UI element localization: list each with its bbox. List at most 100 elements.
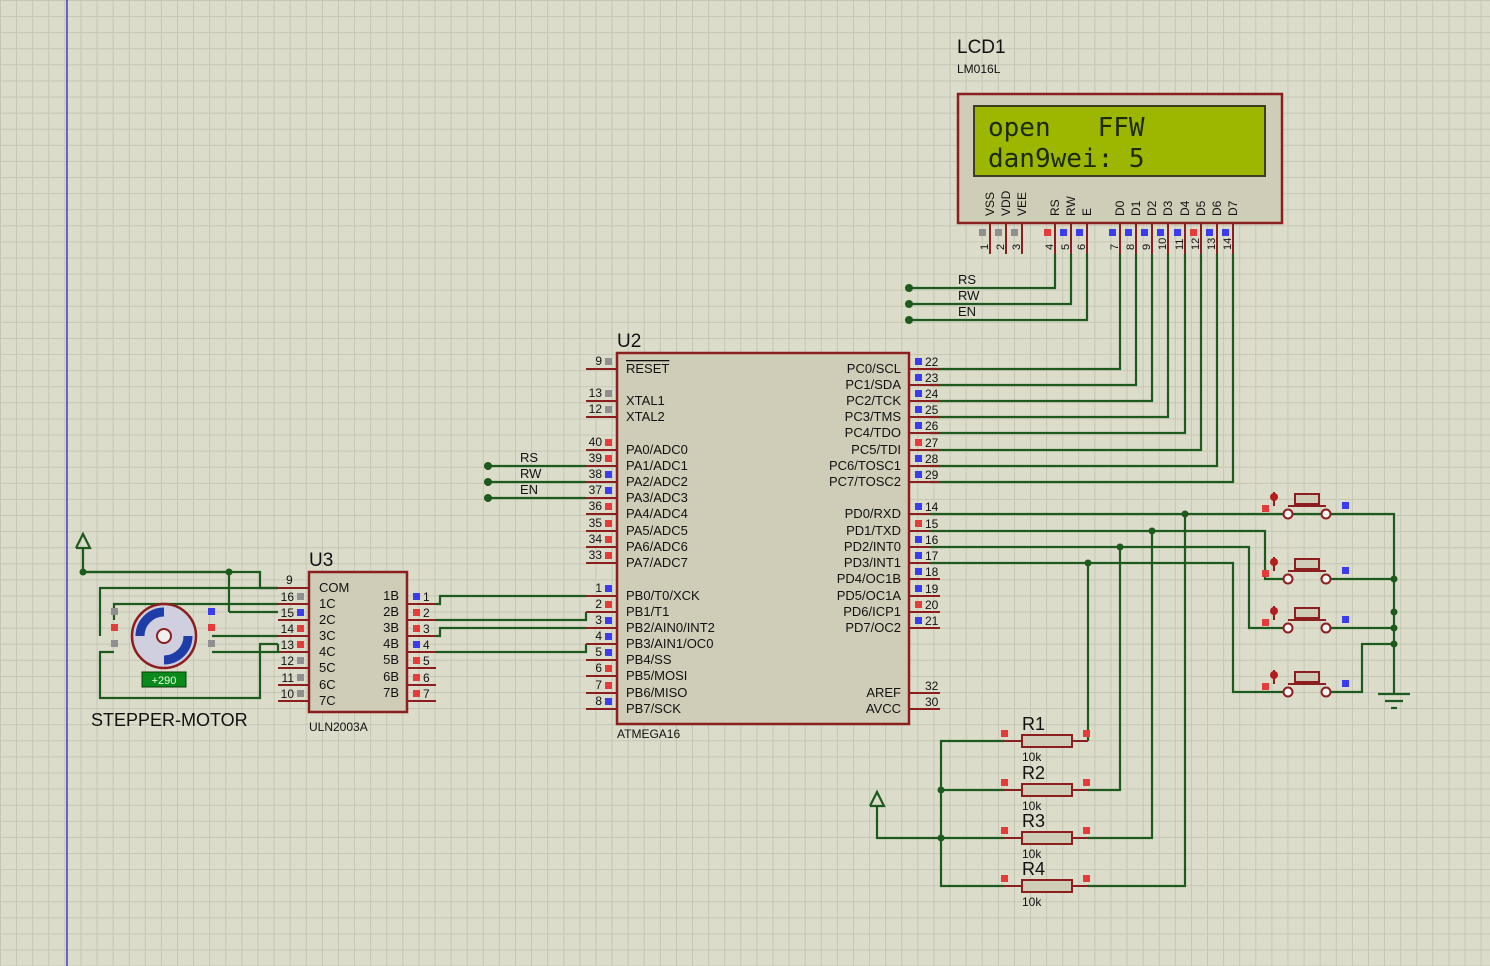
lcd-pin-name: D5 xyxy=(1194,200,1208,216)
lcd-pin-name: VEE xyxy=(1015,192,1029,216)
mcu-pin-state xyxy=(915,601,922,608)
lcd-pin-number: 3 xyxy=(1011,244,1023,250)
driver-pin-state xyxy=(413,674,420,681)
driver-pin-name: 1B xyxy=(383,588,399,603)
resistor[interactable]: R210k xyxy=(1001,763,1090,813)
resistor[interactable]: R1 10k xyxy=(1001,714,1090,764)
mcu-pin-number: 2 xyxy=(595,597,602,611)
driver-pin-number: 4 xyxy=(423,638,430,652)
motor-label: STEPPER-MOTOR xyxy=(91,710,248,730)
mcu-pin-number: 32 xyxy=(925,679,939,693)
push-button-group[interactable] xyxy=(1262,492,1349,698)
mcu-to-driver-wires xyxy=(436,594,588,654)
mcu-control-nets: RS RW EN xyxy=(484,450,586,502)
mcu-pin-number: 18 xyxy=(925,565,939,579)
resistor-ref: R1 xyxy=(1022,714,1045,734)
lcd-pin-number: 5 xyxy=(1060,244,1072,250)
mcu-pin-name: PB3/AIN1/OC0 xyxy=(626,636,713,651)
button-contact-icon xyxy=(1270,493,1278,501)
mcu-pin-name: PA4/ADC4 xyxy=(626,506,688,521)
net-label-rs-mcu: RS xyxy=(520,450,538,465)
power-arrow-icon xyxy=(869,789,886,808)
mcu-pin-state xyxy=(605,552,612,559)
driver-com-label: COM xyxy=(319,580,349,595)
mcu-pin-number: 4 xyxy=(595,629,602,643)
mcu-pin-number: 27 xyxy=(925,436,939,450)
driver-pin-name: 5C xyxy=(319,660,336,675)
resistor-body xyxy=(1021,734,1073,748)
mcu-pin-state xyxy=(915,374,922,381)
resistor[interactable]: R310k xyxy=(1001,811,1090,861)
resistor-value: 10k xyxy=(1022,895,1042,909)
mcu-pin-number: 7 xyxy=(595,678,602,692)
mcu-pin-number: 25 xyxy=(925,403,939,417)
resistor-ref: R4 xyxy=(1022,859,1045,879)
mcu-pin-name: XTAL2 xyxy=(626,409,665,424)
mcu-pin-name: PD6/ICP1 xyxy=(843,604,901,619)
lcd-pin-number: 13 xyxy=(1206,238,1218,250)
lcd-pin-state xyxy=(1206,229,1213,236)
mcu-pin-state xyxy=(605,649,612,656)
driver-pin-name: 5B xyxy=(383,652,399,667)
mcu-pin-state xyxy=(915,422,922,429)
mcu-pin-state xyxy=(605,665,612,672)
driver-pin-number: 14 xyxy=(281,622,295,636)
lcd-pin-number: 1 xyxy=(979,244,991,250)
driver-pin-state xyxy=(297,657,304,664)
motor-shaft-icon xyxy=(156,628,172,644)
lcd-pin-name: VDD xyxy=(999,190,1013,216)
driver-pin-state xyxy=(297,690,304,697)
driver-pin-state xyxy=(297,593,304,600)
lcd-pin-state xyxy=(1222,229,1229,236)
mcu-component[interactable]: U2 ATMEGA16 9 RESET13 XTAL112 XTAL240 PA0/AD… xyxy=(586,331,940,741)
schematic-canvas[interactable]: LCD1 LM016L open FFW dan9wei: 5 VSS 1 VDD 2… xyxy=(0,0,1490,966)
driver-component[interactable]: U3 ULN2003A COM 9 16 1C15 2C14 3C13 4C12 5C11… xyxy=(278,550,436,734)
resistor-ref: R2 xyxy=(1022,763,1045,783)
driver-pin-name: 3C xyxy=(319,628,336,643)
lcd-pin-state xyxy=(1141,229,1148,236)
mcu-pin-state xyxy=(915,471,922,478)
lcd-control-nets: RS RW EN xyxy=(905,254,1089,324)
driver-pin-name: 2B xyxy=(383,604,399,619)
mcu-ref: U2 xyxy=(617,331,641,352)
mcu-pin-number: 26 xyxy=(925,419,939,433)
mcu-pin-number: 28 xyxy=(925,452,939,466)
mcu-pin-name: PD5/OC1A xyxy=(837,588,902,603)
lcd-component[interactable]: LCD1 LM016L open FFW dan9wei: 5 VSS 1 VDD 2… xyxy=(956,37,1284,254)
mcu-pin-name: PA3/ADC3 xyxy=(626,490,688,505)
mcu-pin-state xyxy=(915,617,922,624)
mcu-pin-number: 12 xyxy=(589,402,603,416)
mcu-pin-state xyxy=(915,406,922,413)
resistor[interactable]: R4 10k xyxy=(1001,859,1090,909)
mcu-pin-number: 37 xyxy=(589,483,603,497)
mcu-pin-name: PB6/MISO xyxy=(626,685,687,700)
driver-pin-number: 11 xyxy=(282,671,295,685)
driver-pin-state xyxy=(297,641,304,648)
stepper-motor[interactable]: +290 STEPPER-MOTOR xyxy=(75,531,280,730)
driver-pin-name: 7C xyxy=(319,693,336,708)
mcu-pin-number: 34 xyxy=(589,532,603,546)
lcd-pin-number: 7 xyxy=(1109,244,1121,250)
mcu-pin-name: PA7/ADC7 xyxy=(626,555,688,570)
resistor-group: R110kR210kR310kR4 10k xyxy=(1001,714,1090,909)
mcu-pin-number: 23 xyxy=(925,371,939,385)
mcu-pin-number: 5 xyxy=(595,645,602,659)
driver-pin-state xyxy=(413,625,420,632)
mcu-pin-state xyxy=(915,503,922,510)
mcu-pin-state xyxy=(605,682,612,689)
mcu-pin-state xyxy=(915,520,922,527)
driver-pin-state xyxy=(413,641,420,648)
lcd-pin-state xyxy=(1174,229,1181,236)
lcd-pin-state xyxy=(1157,229,1164,236)
lcd-line-2: dan9wei: 5 xyxy=(988,144,1145,174)
button-contact-icon xyxy=(1270,607,1278,615)
mcu-pin-number: 16 xyxy=(925,533,939,547)
driver-pin-name: 6C xyxy=(319,677,336,692)
lcd-model: LM016L xyxy=(957,62,1001,76)
driver-pin-number: 2 xyxy=(423,606,430,620)
driver-pin-state xyxy=(413,657,420,664)
lcd-pin-state xyxy=(1011,229,1018,236)
lcd-pin-number: 2 xyxy=(995,244,1007,250)
mcu-pin-number: 19 xyxy=(925,582,939,596)
resistor-body xyxy=(1021,783,1073,797)
